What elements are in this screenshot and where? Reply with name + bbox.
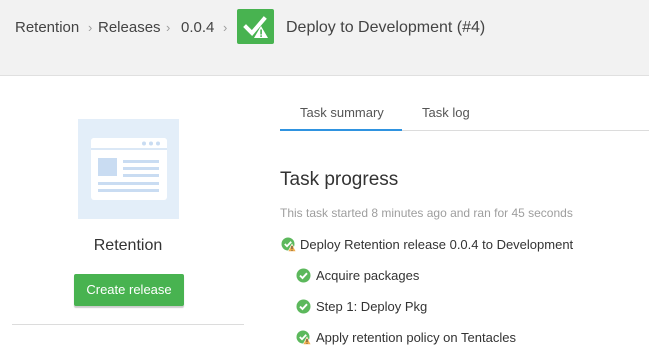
task-step-label: Deploy Retention release 0.0.4 to Develo… — [300, 237, 574, 252]
tab-task-log[interactable]: Task log — [422, 105, 470, 121]
breadcrumb-release-version[interactable]: 0.0.4 — [181, 18, 214, 38]
task-step-label: Acquire packages — [316, 268, 420, 283]
success-icon — [296, 299, 311, 314]
divider — [12, 324, 244, 325]
chevron-right-icon: › — [88, 20, 93, 35]
success-warning-icon — [281, 237, 296, 252]
chevron-right-icon: › — [223, 20, 228, 35]
breadcrumb-project[interactable]: Retention — [15, 18, 79, 38]
page-title: Deploy to Development (#4) — [286, 19, 486, 36]
breadcrumb-releases[interactable]: Releases — [98, 18, 161, 38]
deploy-success-warning-icon — [237, 9, 274, 44]
task-duration-text: This task started 8 minutes ago and ran … — [280, 206, 573, 220]
chevron-right-icon: › — [166, 20, 171, 35]
active-tab-indicator — [280, 129, 402, 131]
project-logo-icon — [78, 119, 179, 219]
create-release-button[interactable]: Create release — [74, 274, 184, 306]
success-icon — [296, 268, 311, 283]
tab-task-summary[interactable]: Task summary — [300, 105, 384, 121]
project-name: Retention — [93, 237, 163, 254]
task-step-label: Apply retention policy on Tentacles — [316, 330, 516, 345]
task-step-label: Step 1: Deploy Pkg — [316, 299, 428, 314]
task-progress-heading: Task progress — [280, 169, 399, 190]
page-header: Retention › Releases › 0.0.4 › Deploy to… — [0, 0, 649, 76]
success-warning-icon — [296, 330, 311, 345]
